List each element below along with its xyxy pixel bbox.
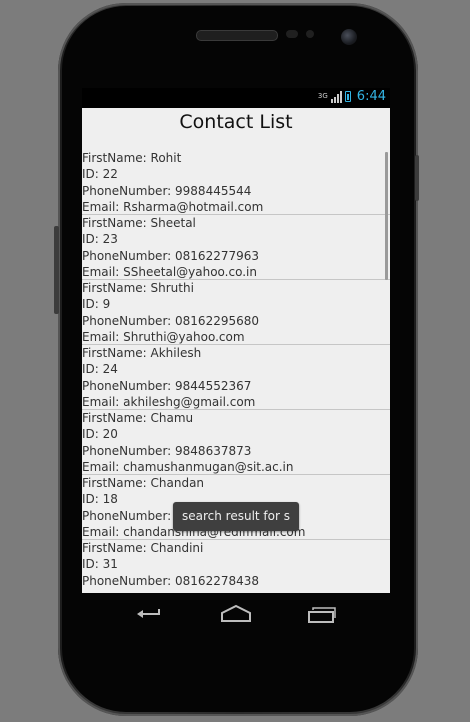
contact-first-name: FirstName: Chandini xyxy=(82,541,204,555)
home-button[interactable] xyxy=(218,602,254,626)
list-item[interactable]: FirstName: Chandini ID: 31 PhoneNumber: … xyxy=(82,540,390,593)
light-sensor xyxy=(306,30,314,38)
contact-id: ID: 24 xyxy=(82,362,118,377)
contact-email: Email: akhileshg@gmail.com xyxy=(82,394,256,409)
proximity-sensor xyxy=(286,30,298,38)
power-button xyxy=(415,155,419,201)
clock: 6:44 xyxy=(356,89,386,104)
contact-first-name: FirstName: Chamu xyxy=(82,411,194,425)
app-screen: Contact List FirstName: Rohit ID: 22 Pho… xyxy=(82,108,390,593)
back-button[interactable] xyxy=(132,602,168,626)
contact-email: Email: Shruthi@yahoo.com xyxy=(82,329,245,344)
contact-email: Email: Rsharma@hotmail.com xyxy=(82,199,264,214)
back-icon xyxy=(137,609,160,618)
signal-icon xyxy=(330,90,342,103)
contact-phone: PhoneNumber: 08162278438 xyxy=(82,573,260,588)
contact-id: ID: 20 xyxy=(82,427,118,442)
scrollbar[interactable] xyxy=(385,152,388,280)
status-bar: 3G 6:44 xyxy=(82,88,390,108)
contact-phone: PhoneNumber: 9988445544 xyxy=(82,183,252,198)
contact-first-name: FirstName: Chandan xyxy=(82,476,205,490)
contact-phone: PhoneNumber: 9844552367 xyxy=(82,378,252,393)
recent-apps-icon xyxy=(308,607,336,623)
page-title: Contact List xyxy=(179,111,293,133)
home-icon xyxy=(221,604,251,622)
front-camera xyxy=(341,29,357,45)
contact-first-name: FirstName: Rohit xyxy=(82,151,182,165)
recent-apps-button[interactable] xyxy=(304,602,340,626)
contact-phone: PhoneNumber: 9848637873 xyxy=(82,443,252,458)
contact-email: Email: chamushanmugan@sit.ac.in xyxy=(82,459,294,474)
contact-id: ID: 9 xyxy=(82,297,111,312)
earpiece-speaker xyxy=(196,30,278,41)
list-item[interactable]: FirstName: Rohit ID: 22 PhoneNumber: 998… xyxy=(82,150,390,215)
contact-id: ID: 31 xyxy=(82,557,118,572)
list-item[interactable]: FirstName: Sheetal ID: 23 PhoneNumber: 0… xyxy=(82,215,390,280)
volume-button xyxy=(54,226,59,314)
navigation-bar xyxy=(82,593,390,635)
contact-first-name: FirstName: Sheetal xyxy=(82,216,196,230)
list-item[interactable]: FirstName: Akhilesh ID: 24 PhoneNumber: … xyxy=(82,345,390,410)
contact-first-name: FirstName: Shruthi xyxy=(82,281,194,295)
toast-message: search result for s xyxy=(173,502,299,531)
contact-phone: PhoneNumber: 08162295680 xyxy=(82,313,260,328)
network-type-label: 3G xyxy=(317,92,328,100)
contact-first-name: FirstName: Akhilesh xyxy=(82,346,202,360)
list-item[interactable]: FirstName: Shruthi ID: 9 PhoneNumber: 08… xyxy=(82,280,390,345)
contact-phone: PhoneNumber: 08162277963 xyxy=(82,248,260,263)
list-item[interactable]: FirstName: Chamu ID: 20 PhoneNumber: 984… xyxy=(82,410,390,475)
contact-email: Email: SSheetal@yahoo.co.in xyxy=(82,264,257,279)
contact-id: ID: 23 xyxy=(82,232,118,247)
battery-icon xyxy=(344,91,351,102)
contact-id: ID: 22 xyxy=(82,167,118,182)
